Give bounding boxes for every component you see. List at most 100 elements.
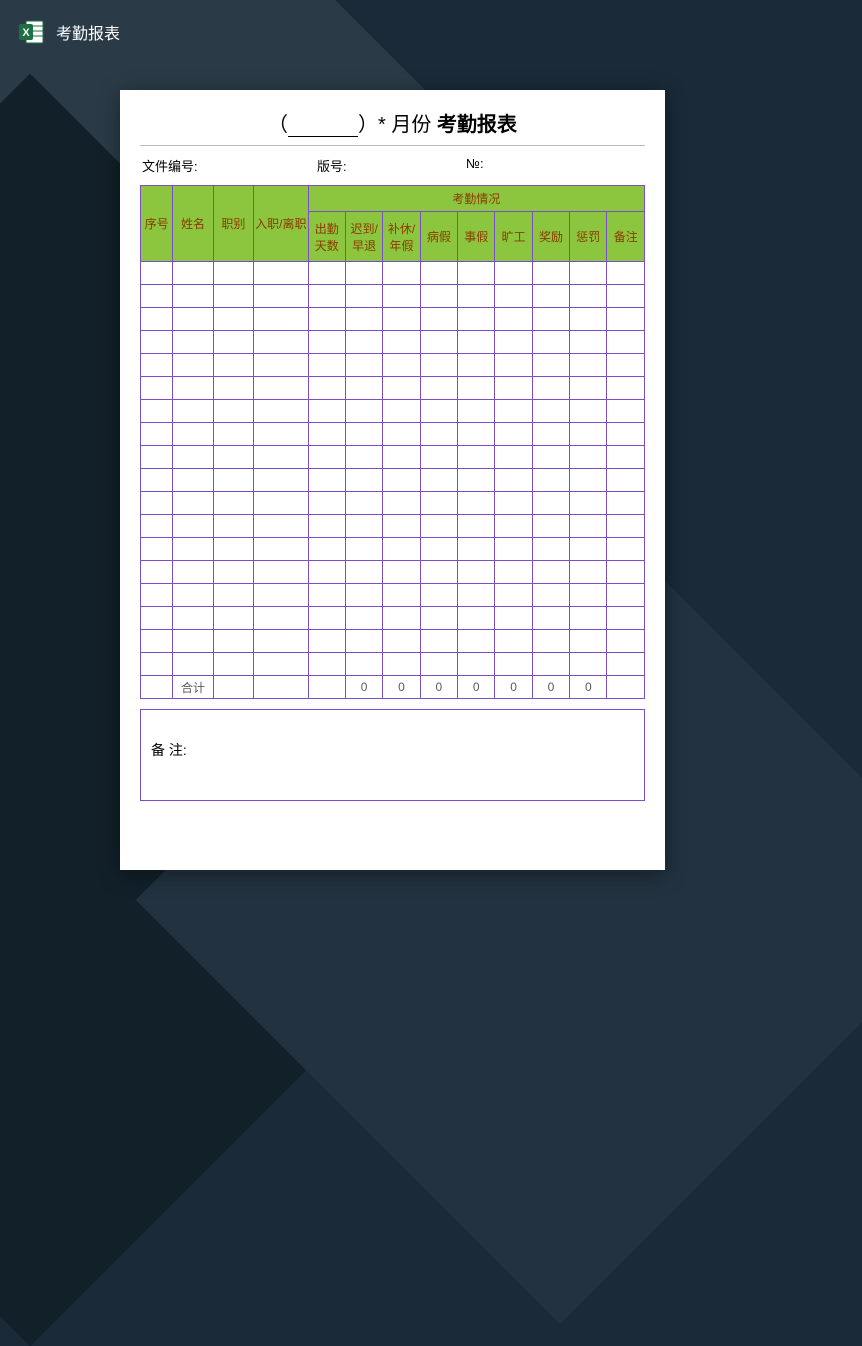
cell [173,469,213,492]
cell [383,515,420,538]
th-role: 职别 [213,186,253,262]
cell [420,607,457,630]
cell [213,584,253,607]
cell [254,492,309,515]
cell [254,446,309,469]
cell [420,308,457,331]
cell [213,469,253,492]
cell [141,285,173,308]
cell [173,262,213,285]
cell [420,285,457,308]
cell [570,469,607,492]
doc-no-label: 文件编号: [142,156,198,175]
cell [345,538,382,561]
cell [383,561,420,584]
cell [495,354,532,377]
table-row [141,630,645,653]
cell [383,469,420,492]
cell [458,423,495,446]
cell [532,584,569,607]
cell [532,377,569,400]
cell [495,630,532,653]
cell [570,331,607,354]
cell [570,446,607,469]
th-sick: 病假 [420,212,457,262]
cell [254,377,309,400]
cell [141,630,173,653]
cell [383,538,420,561]
cell [141,308,173,331]
total-cell: 0 [345,676,382,699]
cell [458,561,495,584]
cell [420,492,457,515]
cell [141,354,173,377]
cell [420,423,457,446]
total-cell: 0 [420,676,457,699]
cell [607,354,645,377]
cell [173,377,213,400]
cell [532,630,569,653]
table-row [141,354,645,377]
cell [141,492,173,515]
meta-row: 文件编号: 版号: №: [140,156,645,175]
cell [607,446,645,469]
cell [458,262,495,285]
cell [532,469,569,492]
cell [570,262,607,285]
cell [254,400,309,423]
cell [570,423,607,446]
cell [420,584,457,607]
serial-label: №: [466,156,484,175]
cell [570,607,607,630]
cell [254,630,309,653]
cell [383,354,420,377]
th-comp-annual: 补休/年假 [383,212,420,262]
cell [141,423,173,446]
cell [308,561,345,584]
cell [495,469,532,492]
cell [383,400,420,423]
cell [173,492,213,515]
cell [345,377,382,400]
cell [607,262,645,285]
cell [213,285,253,308]
cell [607,584,645,607]
cell [213,354,253,377]
cell [345,584,382,607]
cell [254,308,309,331]
cell [570,653,607,676]
attendance-table: 序号 姓名 职别 入职/离职 考勤情况 出勤天数 迟到/早退 补休/年假 病假 … [140,185,645,699]
cell [213,515,253,538]
cell [607,538,645,561]
cell [173,354,213,377]
file-title: 考勤报表 [56,20,120,44]
cell [532,354,569,377]
cell [173,653,213,676]
cell [383,492,420,515]
cell [420,354,457,377]
table-row [141,285,645,308]
cell [420,331,457,354]
cell [141,446,173,469]
cell [458,354,495,377]
notes-label: 备 注: [151,742,187,758]
cell [254,607,309,630]
cell [495,538,532,561]
table-row [141,561,645,584]
th-name: 姓名 [173,186,213,262]
cell [141,377,173,400]
cell [420,446,457,469]
cell [383,308,420,331]
cell [420,469,457,492]
cell [345,492,382,515]
cell [607,308,645,331]
cell [213,630,253,653]
cell [458,331,495,354]
cell [308,584,345,607]
cell [254,561,309,584]
cell [495,446,532,469]
th-absent: 旷工 [495,212,532,262]
cell [213,400,253,423]
cell [254,262,309,285]
table-row [141,469,645,492]
